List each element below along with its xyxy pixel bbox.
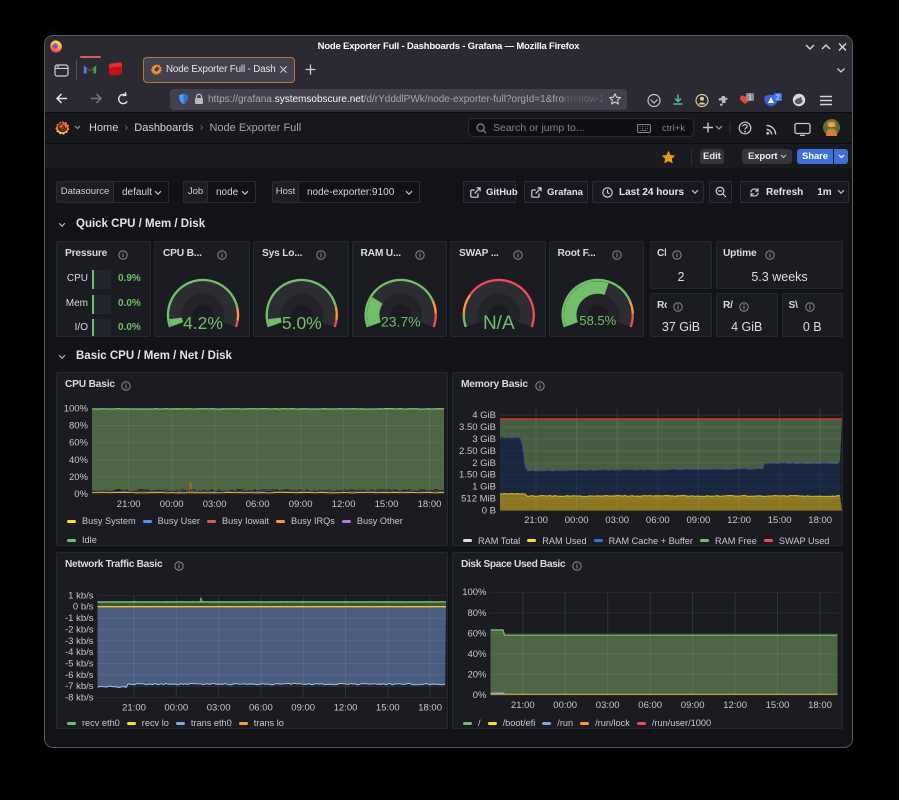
svg-text:3.50 GiB: 3.50 GiB — [459, 422, 496, 433]
svg-text:12:00: 12:00 — [332, 499, 356, 510]
svg-text:0 b/s: 0 b/s — [73, 601, 94, 612]
svg-text:00:00: 00:00 — [164, 702, 188, 713]
svg-text:09:00: 09:00 — [291, 702, 315, 713]
svg-text:00:00: 00:00 — [565, 515, 589, 526]
svg-text:06:00: 06:00 — [646, 515, 670, 526]
svg-text:0%: 0% — [473, 690, 487, 701]
svg-text:06:00: 06:00 — [249, 702, 273, 713]
svg-text:15:00: 15:00 — [376, 702, 400, 713]
svg-text:0%: 0% — [74, 489, 88, 500]
svg-text:23.7%: 23.7% — [380, 314, 420, 330]
svg-text:2: 2 — [776, 95, 780, 102]
svg-text:1: 1 — [748, 95, 752, 102]
svg-text:40%: 40% — [69, 455, 89, 466]
svg-text:-8 kb/s: -8 kb/s — [65, 692, 94, 703]
svg-text:09:00: 09:00 — [681, 700, 705, 711]
svg-text:2.50 GiB: 2.50 GiB — [459, 446, 496, 457]
svg-text:20%: 20% — [467, 669, 487, 680]
svg-text:-7 kb/s: -7 kb/s — [65, 681, 94, 692]
svg-text:03:00: 03:00 — [605, 515, 629, 526]
svg-text:15:00: 15:00 — [768, 515, 792, 526]
svg-text:-4 kb/s: -4 kb/s — [65, 647, 94, 658]
svg-text:15:00: 15:00 — [766, 700, 790, 711]
svg-text:18:00: 18:00 — [418, 499, 442, 510]
svg-text:512 MiB: 512 MiB — [461, 494, 496, 505]
svg-text:-1 kb/s: -1 kb/s — [65, 613, 94, 624]
svg-text:58.5%: 58.5% — [579, 313, 616, 328]
svg-text:00:00: 00:00 — [160, 499, 184, 510]
svg-text:21:00: 21:00 — [524, 515, 548, 526]
svg-text:06:00: 06:00 — [246, 499, 270, 510]
svg-text:80%: 80% — [467, 607, 487, 618]
svg-text:100%: 100% — [64, 404, 89, 415]
svg-text:60%: 60% — [467, 628, 487, 639]
svg-text:-3 kb/s: -3 kb/s — [65, 635, 94, 646]
svg-text:3 GiB: 3 GiB — [472, 434, 496, 445]
svg-text:40%: 40% — [467, 648, 487, 659]
svg-text:1 GiB: 1 GiB — [472, 482, 496, 493]
svg-text:2 GiB: 2 GiB — [472, 458, 496, 469]
svg-text:18:00: 18:00 — [418, 702, 442, 713]
svg-text:20%: 20% — [69, 472, 89, 483]
svg-text:1.50 GiB: 1.50 GiB — [459, 470, 496, 481]
svg-text:100%: 100% — [462, 587, 487, 598]
svg-text:09:00: 09:00 — [289, 499, 313, 510]
svg-text:5.0%: 5.0% — [282, 313, 322, 333]
svg-text:18:00: 18:00 — [808, 700, 832, 711]
svg-text:09:00: 09:00 — [687, 515, 711, 526]
svg-text:21:00: 21:00 — [122, 702, 146, 713]
svg-text:N/A: N/A — [483, 313, 515, 334]
svg-text:21:00: 21:00 — [511, 700, 535, 711]
svg-text:12:00: 12:00 — [723, 700, 747, 711]
svg-text:12:00: 12:00 — [334, 702, 358, 713]
svg-text:-5 kb/s: -5 kb/s — [65, 658, 94, 669]
svg-text:4 GiB: 4 GiB — [472, 410, 496, 421]
svg-text:12:00: 12:00 — [727, 515, 751, 526]
svg-text:4.2%: 4.2% — [183, 313, 223, 333]
svg-text:00:00: 00:00 — [553, 700, 577, 711]
svg-text:80%: 80% — [69, 421, 89, 432]
svg-text:0 B: 0 B — [482, 506, 496, 517]
svg-text:1 kb/s: 1 kb/s — [68, 590, 94, 601]
svg-text:21:00: 21:00 — [117, 499, 141, 510]
svg-text:18:00: 18:00 — [808, 515, 832, 526]
svg-text:06:00: 06:00 — [638, 700, 662, 711]
svg-text:-2 kb/s: -2 kb/s — [65, 624, 94, 635]
svg-text:03:00: 03:00 — [207, 702, 231, 713]
svg-text:60%: 60% — [69, 438, 89, 449]
svg-text:03:00: 03:00 — [596, 700, 620, 711]
svg-text:15:00: 15:00 — [375, 499, 399, 510]
svg-text:-6 kb/s: -6 kb/s — [65, 669, 94, 680]
svg-text:03:00: 03:00 — [203, 499, 227, 510]
